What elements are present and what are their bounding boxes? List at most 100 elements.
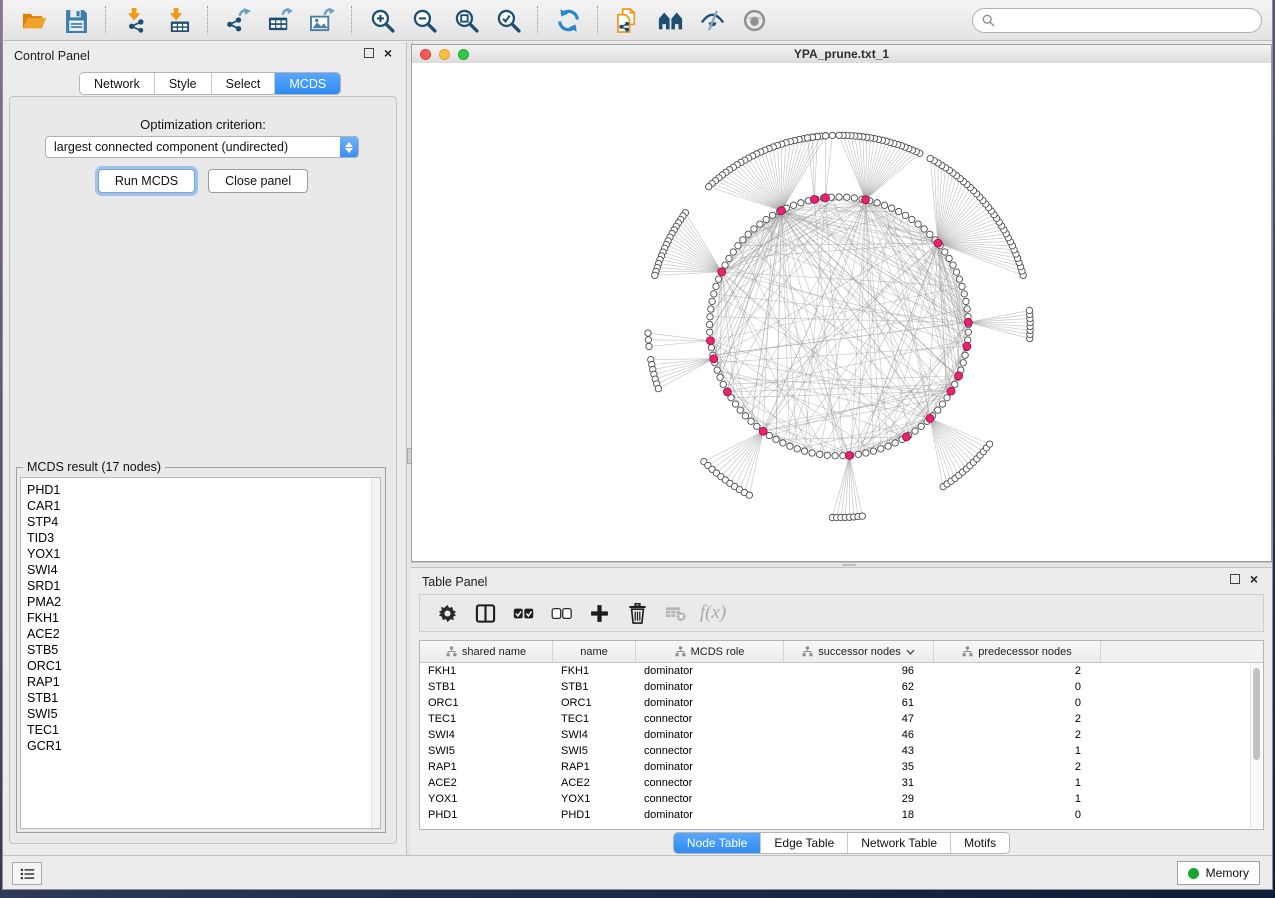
table-cell: PHD1 (420, 807, 553, 823)
mcds-result-item[interactable]: TID3 (21, 530, 380, 546)
mcds-result-item[interactable]: TEC1 (21, 722, 380, 738)
list-icon (20, 868, 35, 880)
tab-style[interactable]: Style (155, 73, 212, 94)
optimization-criterion-select[interactable]: largest connected component (undirected) (45, 136, 359, 158)
export-table-icon[interactable] (265, 5, 295, 35)
close-panel-button[interactable]: Close panel (208, 169, 308, 193)
search-input[interactable] (1001, 12, 1252, 28)
column-header-name[interactable]: name (553, 641, 636, 662)
settings-gear-icon[interactable] (434, 600, 460, 626)
window-minimize-icon[interactable] (439, 49, 450, 60)
duplicate-network-icon[interactable] (613, 5, 643, 35)
tab-select[interactable]: Select (212, 73, 276, 94)
deselect-all-checkboxes-icon[interactable] (548, 600, 574, 626)
table-panel: Table Panel × f(x) shared namenameMCDS r… (411, 568, 1272, 856)
optimization-criterion-label: Optimization criterion: (10, 117, 396, 132)
mcds-result-item[interactable]: PHD1 (21, 482, 380, 498)
close-panel-icon[interactable]: × (384, 48, 392, 58)
table-row[interactable]: FKH1FKH1dominator962 (420, 663, 1263, 679)
mcds-result-item[interactable]: STP4 (21, 514, 380, 530)
table-row[interactable]: STB1STB1dominator620 (420, 679, 1263, 695)
float-panel-icon[interactable] (1230, 574, 1240, 584)
mcds-result-item[interactable]: CAR1 (21, 498, 380, 514)
table-row[interactable]: TEC1TEC1connector472 (420, 711, 1263, 727)
table-row[interactable]: RAP1RAP1dominator352 (420, 759, 1263, 775)
zoom-selected-icon[interactable] (493, 5, 523, 35)
table-row[interactable]: SWI4SWI4dominator462 (420, 727, 1263, 743)
mcds-result-item[interactable]: YOX1 (21, 546, 380, 562)
add-column-icon[interactable] (586, 600, 612, 626)
float-panel-icon[interactable] (364, 48, 374, 58)
table-cell: 2 (934, 727, 1101, 743)
zoom-in-icon[interactable] (367, 5, 397, 35)
column-header-MCDS-role[interactable]: MCDS role (636, 641, 784, 662)
table-scrollbar[interactable] (1250, 663, 1262, 828)
toggle-columns-icon[interactable] (472, 600, 498, 626)
table-row[interactable]: PHD1PHD1dominator180 (420, 807, 1263, 823)
search-network-icon[interactable] (655, 5, 685, 35)
export-image-icon[interactable] (307, 5, 337, 35)
run-mcds-button[interactable]: Run MCDS (98, 169, 195, 193)
show-visibility-icon[interactable] (739, 5, 769, 35)
mcds-result-item[interactable]: ORC1 (21, 658, 380, 674)
open-folder-icon[interactable] (19, 5, 49, 35)
tab-node-table[interactable]: Node Table (674, 833, 762, 853)
mcds-result-groupbox: MCDS result (17 nodes) PHD1CAR1STP4TID3Y… (16, 467, 386, 833)
tab-network[interactable]: Network (80, 73, 155, 94)
column-header-shared-name[interactable]: shared name (420, 641, 553, 662)
network-view-window: YPA_prune.txt_1 (411, 44, 1272, 562)
table-cell: FKH1 (553, 663, 636, 679)
memory-button[interactable]: Memory (1177, 861, 1260, 885)
mcds-result-item[interactable]: SRD1 (21, 578, 380, 594)
hide-visibility-icon[interactable] (697, 5, 727, 35)
table-row[interactable]: ACE2ACE2connector311 (420, 775, 1263, 791)
memory-label: Memory (1206, 866, 1249, 880)
delete-column-icon[interactable] (624, 600, 650, 626)
mcds-result-item[interactable]: PMA2 (21, 594, 380, 610)
table-cell: dominator (636, 663, 784, 679)
table-cell: connector (636, 711, 784, 727)
close-panel-icon[interactable]: × (1250, 574, 1258, 584)
mcds-result-item[interactable]: RAP1 (21, 674, 380, 690)
zoom-fit-icon[interactable] (451, 5, 481, 35)
table-panel-header: Table Panel × (411, 568, 1272, 594)
network-window-titlebar[interactable]: YPA_prune.txt_1 (412, 45, 1271, 64)
table-cell: TEC1 (553, 711, 636, 727)
mcds-result-item[interactable]: FKH1 (21, 610, 380, 626)
toolbar-separator (537, 6, 539, 34)
mcds-result-item[interactable]: SWI4 (21, 562, 380, 578)
mcds-result-item[interactable]: STB5 (21, 642, 380, 658)
window-close-icon[interactable] (420, 49, 431, 60)
table-scrollbar-thumb[interactable] (1253, 668, 1260, 760)
zoom-out-icon[interactable] (409, 5, 439, 35)
table-row[interactable]: ORC1ORC1dominator610 (420, 695, 1263, 711)
tab-edge-table[interactable]: Edge Table (761, 833, 848, 853)
tab-network-table[interactable]: Network Table (848, 833, 951, 853)
table-cell: STB1 (553, 679, 636, 695)
tab-motifs[interactable]: Motifs (951, 833, 1009, 853)
mcds-result-item[interactable]: GCR1 (21, 738, 380, 754)
import-network-icon[interactable] (121, 5, 151, 35)
refresh-layout-icon[interactable] (553, 5, 583, 35)
mcds-result-item[interactable]: STB1 (21, 690, 380, 706)
table-row[interactable]: SWI5SWI5connector431 (420, 743, 1263, 759)
save-session-icon[interactable] (61, 5, 91, 35)
export-network-icon[interactable] (223, 5, 253, 35)
search-field[interactable] (972, 8, 1262, 33)
mcds-list-scrollbar[interactable] (371, 478, 380, 828)
import-table-icon[interactable] (163, 5, 193, 35)
window-maximize-icon[interactable] (458, 49, 469, 60)
tab-mcds[interactable]: MCDS (275, 73, 340, 94)
table-row[interactable]: YOX1YOX1connector291 (420, 791, 1263, 807)
network-canvas[interactable] (412, 63, 1271, 561)
column-header-successor-nodes[interactable]: successor nodes (784, 641, 934, 662)
table-cell: SWI5 (553, 743, 636, 759)
node-table[interactable]: shared namenameMCDS rolesuccessor nodesp… (419, 640, 1264, 830)
select-all-checkboxes-icon[interactable] (510, 600, 536, 626)
mcds-result-item[interactable]: SWI5 (21, 706, 380, 722)
mcds-result-item[interactable]: ACE2 (21, 626, 380, 642)
column-header-predecessor-nodes[interactable]: predecessor nodes (934, 641, 1101, 662)
mcds-result-list[interactable]: PHD1CAR1STP4TID3YOX1SWI4SRD1PMA2FKH1ACE2… (20, 477, 381, 829)
task-history-button[interactable] (12, 862, 42, 885)
table-cell: 18 (784, 807, 934, 823)
